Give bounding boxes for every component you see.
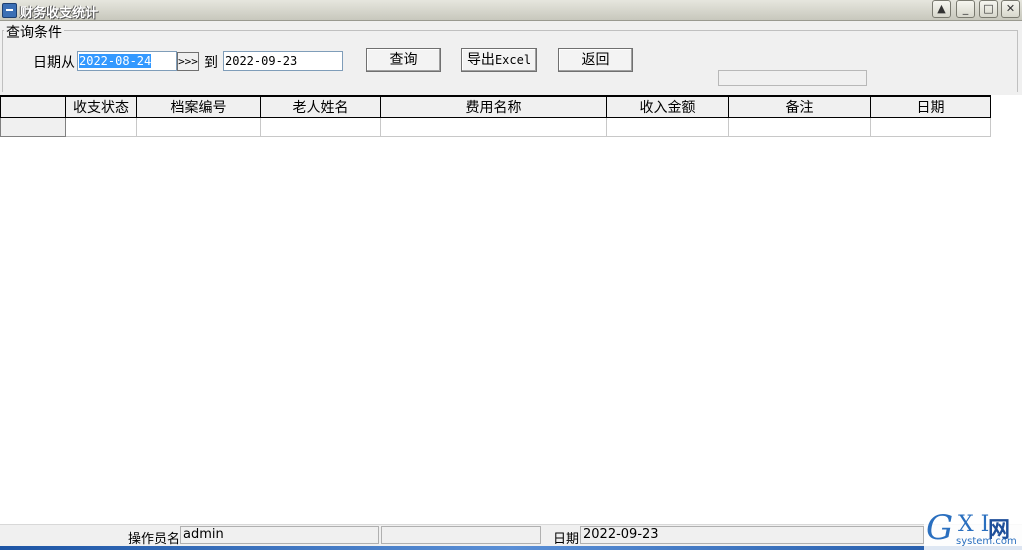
export-button-prefix: 导出 [466, 52, 495, 68]
column-header-fee-name[interactable]: 费用名称 [380, 95, 607, 118]
table-row[interactable] [0, 117, 991, 137]
row-header-cell[interactable] [0, 117, 66, 137]
maximize-button[interactable]: □ [979, 0, 998, 18]
column-header-income-amount[interactable]: 收入金额 [606, 95, 729, 118]
status-blank-field [381, 526, 541, 544]
table-cell[interactable] [728, 117, 871, 137]
scroll-up-button[interactable]: ▲ [932, 0, 951, 18]
search-button[interactable]: 查询 [366, 48, 441, 72]
operator-label: 操作员名 [128, 532, 181, 547]
query-group-label: 查询条件 [4, 22, 64, 42]
operator-value: admin [180, 526, 379, 544]
watermark-xi: X I [958, 512, 990, 537]
minimize-button[interactable]: _ [956, 0, 975, 18]
date-to-input[interactable]: 2022-09-23 [223, 51, 343, 71]
export-excel-button[interactable]: 导出Excel [461, 48, 537, 72]
back-button[interactable]: 返回 [558, 48, 633, 72]
date-to-label: 到 [204, 55, 218, 71]
table-cell[interactable] [380, 117, 607, 137]
date-from-value: 2022-08-24 [79, 54, 152, 68]
progress-bar [718, 70, 867, 86]
column-header-date[interactable]: 日期 [870, 95, 991, 118]
date-picker-button[interactable]: >>> [177, 52, 199, 71]
query-panel: 查询条件 日期从 2022-08-24 >>> 到 2022-09-23 查询 … [0, 21, 1022, 95]
table-cell[interactable] [606, 117, 729, 137]
system-menu-icon[interactable] [2, 3, 17, 18]
date-from-label: 日期从 [33, 55, 75, 71]
column-header-file-no[interactable]: 档案编号 [136, 95, 261, 118]
column-header-status[interactable]: 收支状态 [65, 95, 137, 118]
taskbar-strip [0, 546, 1022, 550]
table-cell[interactable] [136, 117, 261, 137]
data-grid[interactable]: 收支状态 档案编号 老人姓名 费用名称 收入金额 备注 日期 [0, 95, 991, 137]
window-title: 财务收支统计 [20, 6, 99, 21]
close-button[interactable]: ✕ [1001, 0, 1020, 18]
column-header-remark[interactable]: 备注 [728, 95, 871, 118]
watermark-g: G [926, 508, 954, 548]
status-date-label: 日期 [553, 532, 580, 547]
export-button-suffix: Excel [494, 53, 532, 67]
grid-header-row: 收支状态 档案编号 老人姓名 费用名称 收入金额 备注 日期 [0, 95, 991, 118]
table-cell[interactable] [870, 117, 991, 137]
table-cell[interactable] [260, 117, 381, 137]
date-from-input[interactable]: 2022-08-24 [77, 51, 177, 71]
status-date-value: 2022-09-23 [580, 526, 924, 544]
watermark-logo: G X I 网 system.com [924, 508, 1022, 550]
status-bar: 操作员名 admin 日期 2022-09-23 [0, 524, 1022, 547]
watermark-sub: system.com [956, 536, 1017, 547]
grid-corner-cell[interactable] [0, 95, 66, 118]
column-header-elder-name[interactable]: 老人姓名 [260, 95, 381, 118]
title-bar: 财务收支统计 ▲ _ □ ✕ [0, 0, 1022, 21]
table-cell[interactable] [65, 117, 137, 137]
